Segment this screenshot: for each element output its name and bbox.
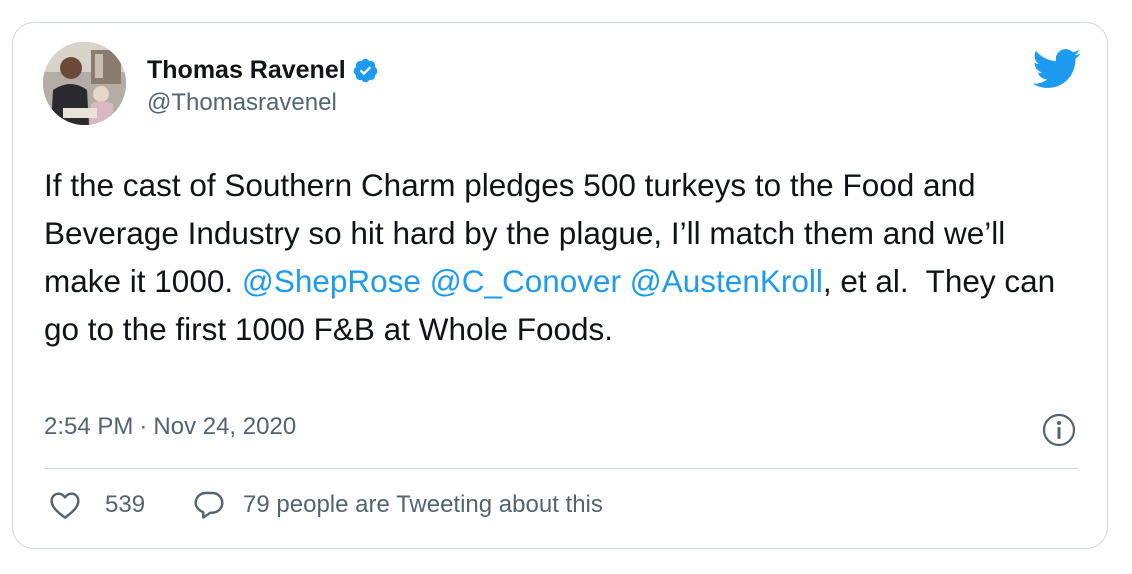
verified-badge-icon	[352, 57, 379, 84]
tweet-date: Nov 24, 2020	[153, 413, 297, 440]
reply-button[interactable]: 79 people are Tweeting about this	[193, 489, 603, 521]
like-count: 539	[105, 491, 146, 518]
tweet-actions: 539 79 people are Tweeting about this	[49, 489, 603, 521]
like-button[interactable]: 539	[49, 490, 145, 520]
author-handle[interactable]: @Thomasravenel	[147, 89, 379, 117]
mention-link[interactable]: @ShepRose	[242, 263, 421, 299]
tweet-text-segment	[621, 263, 630, 299]
display-name[interactable]: Thomas Ravenel	[147, 55, 346, 85]
meta-separator: ·	[139, 413, 148, 440]
speech-bubble-icon	[193, 489, 225, 521]
twitter-bird-icon[interactable]	[1032, 49, 1081, 89]
info-icon[interactable]	[1041, 412, 1077, 448]
tweet-text-segment	[421, 263, 430, 299]
tweet-timestamp[interactable]: 2:54 PM · Nov 24, 2020	[44, 412, 296, 442]
mention-link[interactable]: @AustenKroll	[630, 263, 823, 299]
divider	[44, 468, 1078, 469]
avatar-photo	[43, 42, 126, 125]
mention-link[interactable]: @C_Conover	[430, 263, 621, 299]
author-info: Thomas Ravenel @Thomasravenel	[147, 55, 379, 117]
avatar[interactable]	[43, 42, 126, 125]
tweet-time: 2:54 PM	[44, 413, 134, 440]
tweeting-about-label: 79 people are Tweeting about this	[243, 491, 603, 518]
tweet-card[interactable]: Thomas Ravenel @Thomasravenel If the cas…	[12, 22, 1108, 549]
heart-icon	[49, 490, 81, 520]
tweet-text: If the cast of Southern Charm pledges 50…	[44, 161, 1064, 353]
